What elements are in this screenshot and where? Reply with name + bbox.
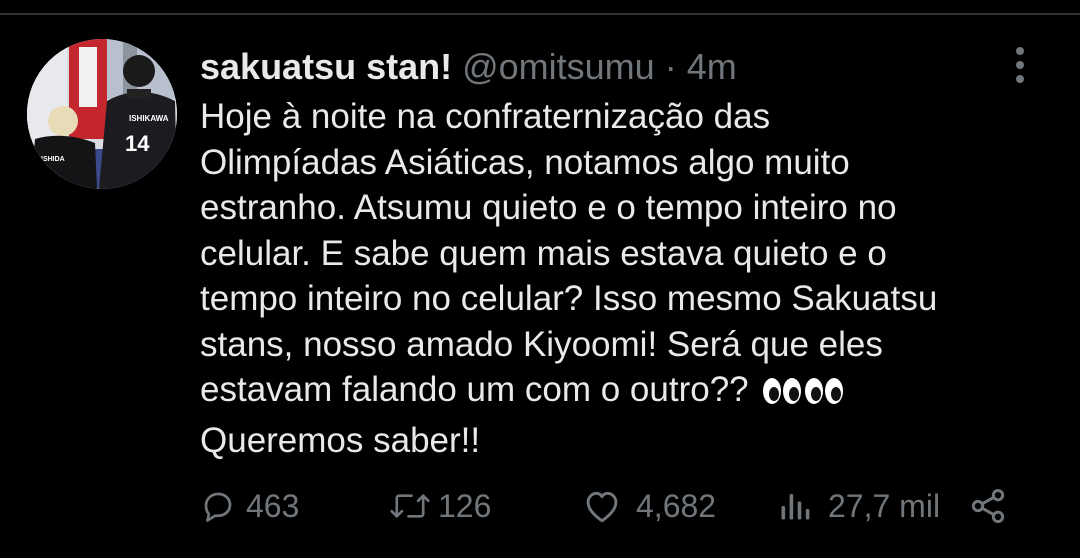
tweet-text-line: stans, nosso amado Kiyoomi! Será que ele… bbox=[200, 324, 883, 364]
retweet-count: 126 bbox=[438, 487, 492, 524]
action-bar: 463 126 4,682 27,7 mil bbox=[0, 483, 1080, 529]
tweet-text-line: Hoje à noite na confraternização das bbox=[200, 97, 771, 136]
eyes-emoji-icon bbox=[762, 372, 846, 418]
reply-icon bbox=[200, 488, 236, 524]
share-icon bbox=[968, 486, 1008, 526]
tweet-text-line: tempo inteiro no celular? Isso mesmo Sak… bbox=[200, 279, 938, 318]
avatar-jersey-name: ISHIKAWA bbox=[129, 114, 169, 123]
reply-button[interactable]: 463 bbox=[200, 483, 299, 529]
user-handle[interactable]: @omitsumu bbox=[462, 46, 655, 87]
tweet-text-line: estavam falando um com o outro?? bbox=[200, 370, 759, 409]
tweet-text-line: estranho. Atsumu quieto e o tempo inteir… bbox=[200, 188, 897, 227]
reply-count: 463 bbox=[246, 487, 300, 524]
views-icon bbox=[776, 488, 814, 524]
separator-dot: · bbox=[664, 46, 677, 87]
tweet[interactable]: ISHIKAWA 14 ISHIDA sakuatsu stan! @omits… bbox=[0, 15, 1080, 558]
more-button[interactable] bbox=[1005, 45, 1035, 85]
heart-icon bbox=[582, 488, 622, 524]
tweet-text: Hoje à noite na confraternização das Olim… bbox=[200, 94, 1050, 463]
avatar[interactable]: ISHIKAWA 14 ISHIDA bbox=[27, 39, 177, 189]
tweet-text-line: celular. E sabe quem mais estava quieto … bbox=[200, 233, 887, 273]
tweet-text-line: Olimpíadas Asiáticas, notamos algo muito bbox=[200, 142, 850, 182]
tweet-header: sakuatsu stan! @omitsumu · 4m bbox=[200, 45, 737, 89]
like-button[interactable]: 4,682 bbox=[582, 483, 716, 529]
like-count: 4,682 bbox=[636, 487, 717, 524]
views-count: 27,7 mil bbox=[828, 487, 941, 524]
retweet-button[interactable]: 126 bbox=[388, 483, 491, 529]
display-name[interactable]: sakuatsu stan! bbox=[200, 46, 452, 87]
views-button[interactable]: 27,7 mil bbox=[776, 483, 940, 529]
tweet-text-line: Queremos saber!! bbox=[200, 420, 481, 460]
retweet-icon bbox=[388, 488, 432, 524]
timestamp[interactable]: 4m bbox=[687, 46, 737, 87]
avatar-jersey-number: 14 bbox=[125, 131, 150, 156]
avatar-second-jersey: ISHIDA bbox=[41, 156, 65, 163]
share-button[interactable] bbox=[968, 483, 1008, 529]
